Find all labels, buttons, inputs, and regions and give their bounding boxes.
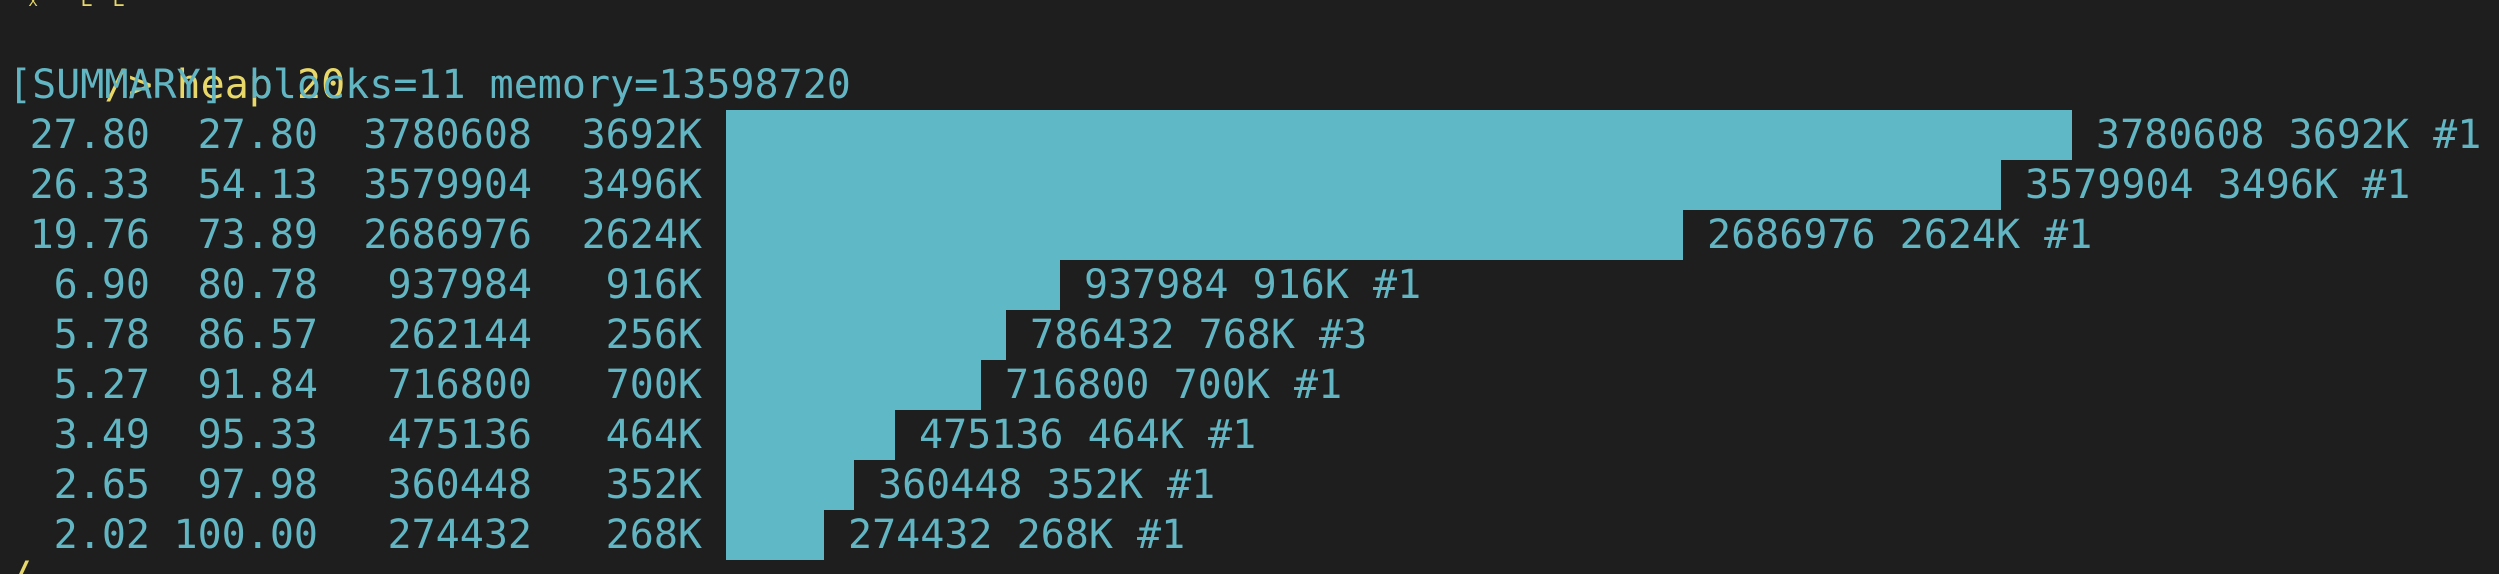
bar-label: 3780608 3692K #1 [2096, 112, 2482, 158]
bytes-cell: 274432 [387, 512, 533, 558]
kilobytes-cell: 2624K [581, 212, 702, 258]
bytes-cell: 3579904 [363, 162, 532, 208]
bytes-cell: 475136 [387, 412, 533, 458]
bar-label: 937984 916K #1 [1084, 262, 1422, 308]
bytes-cell: 937984 [387, 262, 533, 308]
bar-label: 3579904 3496K #1 [2025, 162, 2411, 208]
kilobytes-cell: 464K [605, 412, 702, 458]
percent-cell: 6.90 [53, 262, 150, 308]
percent-cell: 26.33 [29, 162, 150, 208]
bar-label: 274432 268K #1 [848, 512, 1186, 558]
bytes-cell: 2686976 [363, 212, 532, 258]
size-bar [726, 210, 1683, 260]
percent-cell: 2.65 [53, 462, 150, 508]
command-line: /> heap 20 [8, 10, 345, 108]
size-bar [726, 310, 1006, 360]
bytes-cell: 262144 [387, 312, 533, 358]
terminal-window[interactable]: ␂ ␤␤ /> heap 20 [SUMMARY] blocks=11 memo… [0, 0, 2499, 574]
cumulative-percent-cell: 100.00 [173, 512, 319, 558]
kilobytes-cell: 352K [605, 462, 702, 508]
next-prompt-cut: / [8, 552, 32, 574]
percent-cell: 5.78 [53, 312, 150, 358]
cumulative-percent-cell: 73.89 [197, 212, 318, 258]
size-bar [726, 360, 981, 410]
bar-label: 2686976 2624K #1 [1707, 212, 2093, 258]
cumulative-percent-cell: 95.33 [197, 412, 318, 458]
size-bar [726, 410, 895, 460]
bar-label: 360448 352K #1 [878, 462, 1216, 508]
cumulative-percent-cell: 86.57 [197, 312, 318, 358]
percent-cell: 19.76 [29, 212, 150, 258]
cumulative-percent-cell: 80.78 [197, 262, 318, 308]
kilobytes-cell: 700K [605, 362, 702, 408]
kilobytes-cell: 3692K [581, 112, 702, 158]
size-bar [726, 110, 2072, 160]
size-bar [726, 160, 2001, 210]
size-bar [726, 510, 824, 560]
summary-line: [SUMMARY] blocks=11 memory=13598720 [8, 62, 851, 108]
cumulative-percent-cell: 91.84 [197, 362, 318, 408]
percent-cell: 27.80 [29, 112, 150, 158]
bytes-cell: 360448 [387, 462, 533, 508]
bytes-cell: 3780608 [363, 112, 532, 158]
bar-label: 475136 464K #1 [919, 412, 1257, 458]
percent-cell: 5.27 [53, 362, 150, 408]
kilobytes-cell: 256K [605, 312, 702, 358]
size-bar [726, 260, 1060, 310]
bytes-cell: 716800 [387, 362, 533, 408]
bar-label: 786432 768K #3 [1030, 312, 1368, 358]
cumulative-percent-cell: 97.98 [197, 462, 318, 508]
kilobytes-cell: 268K [605, 512, 702, 558]
cumulative-percent-cell: 27.80 [197, 112, 318, 158]
cumulative-percent-cell: 54.13 [197, 162, 318, 208]
percent-cell: 3.49 [53, 412, 150, 458]
bar-label: 716800 700K #1 [1005, 362, 1343, 408]
kilobytes-cell: 916K [605, 262, 702, 308]
kilobytes-cell: 3496K [581, 162, 702, 208]
size-bar [726, 460, 854, 510]
